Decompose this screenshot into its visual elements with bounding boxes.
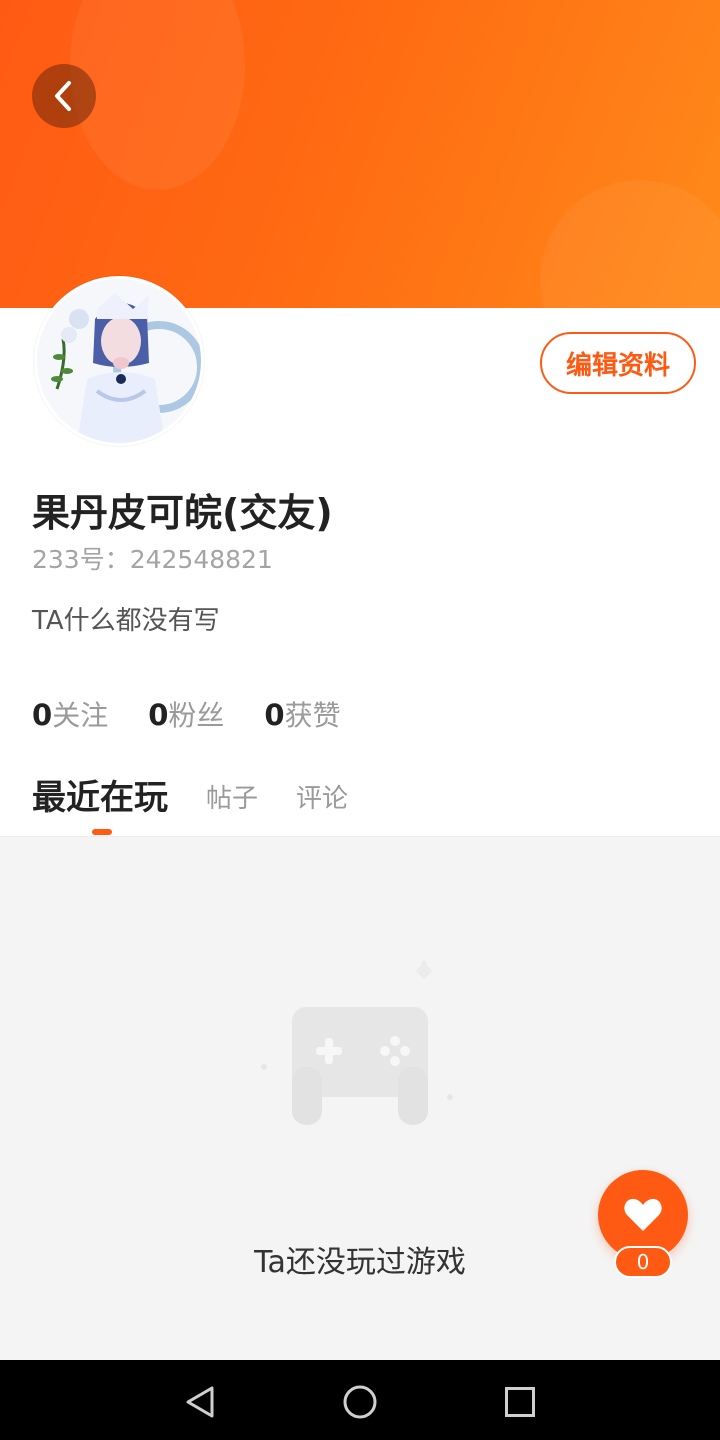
- avatar[interactable]: [34, 276, 204, 446]
- back-button[interactable]: [32, 64, 96, 128]
- stat-number: 0: [148, 698, 169, 732]
- user-id-label: 233号：: [32, 545, 130, 574]
- user-id: 233号：242548821: [32, 540, 273, 576]
- stat-number: 0: [32, 698, 53, 732]
- heart-icon: [624, 1198, 662, 1231]
- nav-back-button[interactable]: [180, 1382, 220, 1422]
- stat-following[interactable]: 0 关注: [32, 694, 108, 734]
- profile-screen: 编辑资料 果丹皮可皖(交友) 233号：242548821 TA什么都没有写 0…: [0, 0, 720, 1440]
- stats-row: 0 关注 0 粉丝 0 获赞: [32, 694, 341, 734]
- nav-recents-button[interactable]: [500, 1382, 540, 1422]
- gamepad-icon: [261, 959, 453, 1125]
- edit-profile-button[interactable]: 编辑资料: [540, 332, 696, 394]
- triangle-back-icon: [186, 1386, 214, 1418]
- tab-content: Ta还没玩过游戏: [0, 837, 720, 1360]
- stat-fans[interactable]: 0 粉丝: [148, 694, 224, 734]
- stat-label: 粉丝: [168, 699, 225, 732]
- like-count-badge: 0: [614, 1246, 672, 1278]
- system-navigation-bar: [0, 1360, 720, 1440]
- stat-label: 关注: [52, 699, 109, 732]
- header-banner: [0, 0, 720, 308]
- bio: TA什么都没有写: [32, 606, 220, 636]
- tab-posts[interactable]: 帖子: [206, 770, 258, 815]
- tab-bar: 最近在玩 帖子 评论: [32, 770, 386, 836]
- active-tab-indicator: [92, 829, 112, 835]
- tab-recent-played[interactable]: 最近在玩: [32, 770, 168, 819]
- banner-decoration: [70, 0, 245, 190]
- stat-number: 0: [264, 698, 285, 732]
- nav-home-button[interactable]: [340, 1382, 380, 1422]
- circle-home-icon: [343, 1385, 377, 1419]
- banner-decoration: [540, 180, 720, 308]
- user-id-value: 242548821: [129, 545, 273, 574]
- square-recents-icon: [505, 1387, 535, 1417]
- tab-comments[interactable]: 评论: [296, 770, 348, 815]
- stat-likes[interactable]: 0 获赞: [264, 694, 340, 734]
- stat-label: 获赞: [284, 699, 341, 732]
- chevron-left-icon: [55, 81, 71, 111]
- nickname: 果丹皮可皖(交友): [32, 491, 333, 535]
- avatar-image: [37, 279, 201, 443]
